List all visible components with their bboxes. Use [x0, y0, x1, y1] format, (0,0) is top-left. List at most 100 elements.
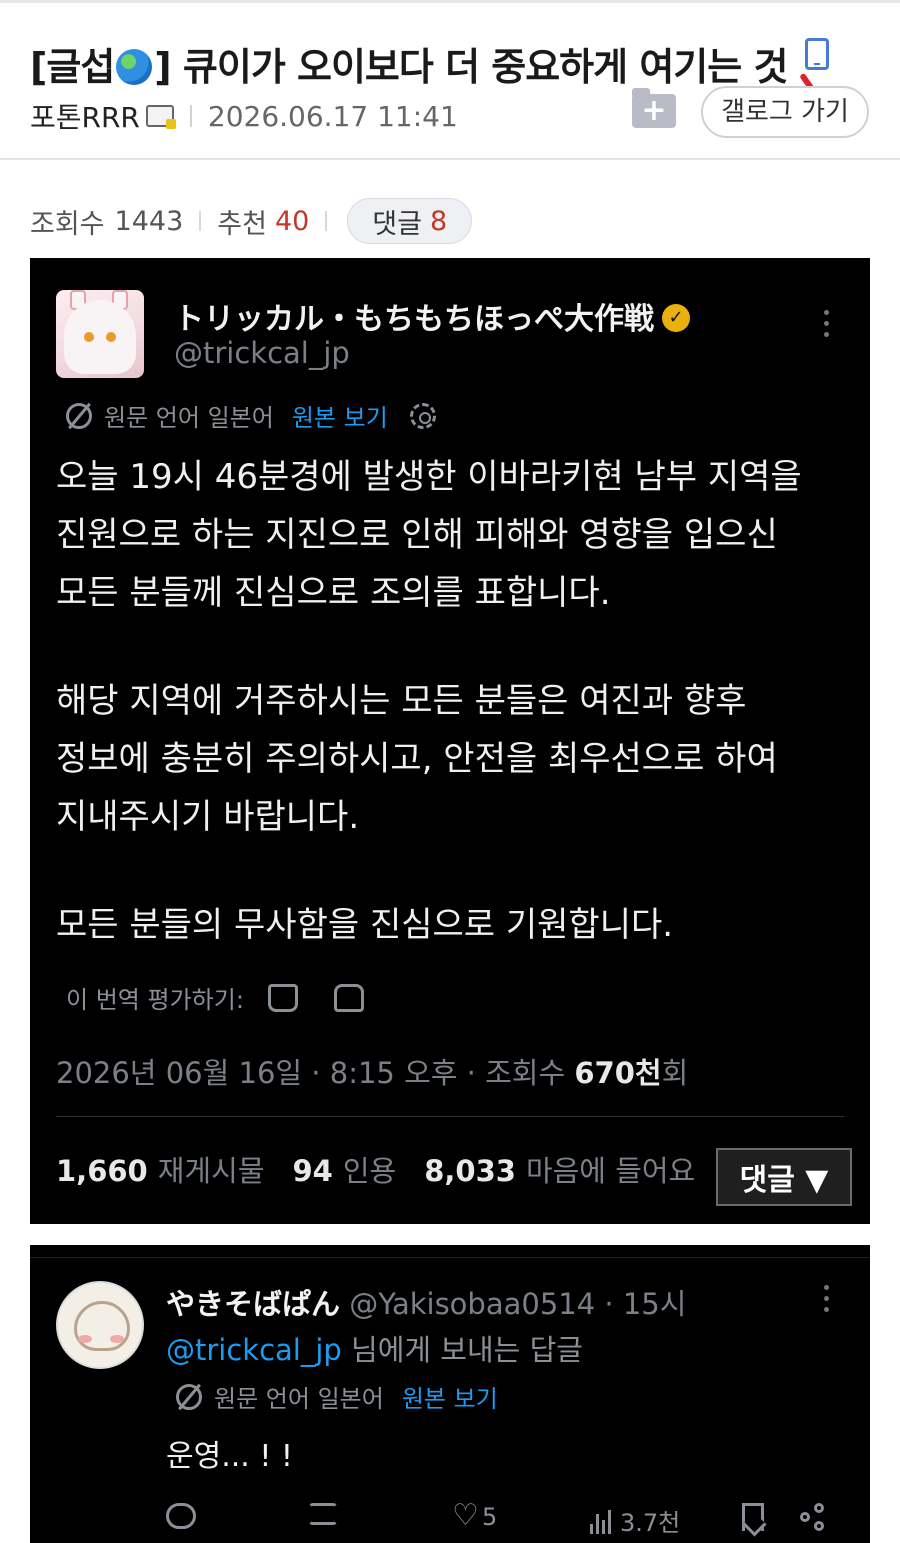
author-name[interactable]: 포톤RRR: [30, 96, 140, 136]
like-count: 5: [482, 1503, 498, 1531]
views-suffix: 회: [661, 1056, 689, 1090]
likes-count: 8,033: [424, 1154, 516, 1188]
globe-icon: [116, 49, 153, 85]
avatar-blush: [110, 1335, 124, 1343]
comments-label: 댓글: [372, 208, 422, 240]
reposts-count: 1,660: [56, 1154, 148, 1188]
tweet-body: 오늘 19시 46분경에 발생한 이바라키현 남부 지역을 진원으로 하는 지진…: [56, 448, 856, 1004]
display-name-text: トリッカル・もちもちほっぺ大作戦: [174, 302, 654, 337]
tweet-views-count: 670천: [574, 1056, 662, 1090]
title-text: ] 큐이가 오이보다 더 중요하게 여기는 것: [154, 45, 788, 89]
avatar-hair: [64, 300, 136, 374]
more-options-icon: [824, 310, 830, 340]
rate-translation-row: 이 번역 평가하기:: [66, 980, 364, 1015]
reply-top-divider: [30, 1257, 870, 1258]
translation-note: 원문 언어 일본어: [104, 404, 274, 432]
share-icon: [800, 1503, 828, 1531]
translation-row: 원문 언어 일본어 원본 보기: [66, 398, 436, 433]
more-options-icon: [824, 1285, 830, 1315]
mobile-icon: [805, 38, 829, 70]
title-prefix: [글섭: [30, 45, 115, 89]
thumbs-down-icon: [333, 983, 364, 1012]
retweet-icon: [308, 1503, 338, 1525]
quotes-label: 인용: [342, 1154, 397, 1188]
views-count: 1443: [114, 205, 184, 237]
reply-views-count: 3.7천: [620, 1509, 681, 1537]
views-label: 조회수: [30, 208, 105, 240]
tweet-line: 지내주시기 바랍니다.: [56, 797, 360, 837]
tweet-line: 진원으로 하는 지진으로 인해 피해와 영향을 입으신: [56, 515, 778, 555]
reply-actions: ♡ 5 3.7천: [166, 1498, 856, 1543]
reply-to-handle: @trickcal_jp: [166, 1333, 342, 1367]
top-divider: [0, 0, 900, 3]
reply-to-line: @trickcal_jp 님에게 보내는 답글: [166, 1327, 583, 1369]
comment-icon: [166, 1503, 196, 1529]
tweet-timestamp: 2026년 06월 16일 · 8:15 오후 · 조회수 670천회: [56, 1050, 688, 1092]
retweet-action: [308, 1503, 338, 1525]
post-date: 2026.06.17 11:41: [207, 99, 458, 133]
bookmark-action: [742, 1503, 764, 1531]
views-icon: [590, 1508, 614, 1534]
gear-icon: [409, 402, 436, 429]
engagement-stats: 1,660 재게시물 94 인용 8,033 마음에 들어요: [56, 1148, 723, 1190]
comment-action: [166, 1503, 196, 1529]
user-level-icon: [145, 105, 176, 129]
tweet-line: 모든 분들께 진심으로 조의를 표합니다.: [56, 573, 611, 613]
translate-icon: [176, 1383, 202, 1410]
avatar-face: [74, 1301, 130, 1351]
translation-note: 원문 언어 일본어: [214, 1385, 384, 1413]
avatar-eye: [106, 332, 116, 342]
quotes-count: 94: [292, 1154, 333, 1188]
tweet-paragraph: 오늘 19시 46분경에 발생한 이바라키현 남부 지역을 진원으로 하는 지진…: [56, 448, 856, 622]
recommend-label: 추천: [217, 208, 267, 240]
post-stats: 조회수 1443 추천 40 댓글 8: [30, 198, 473, 244]
avatar-blush: [78, 1335, 92, 1343]
view-original-link: 원본 보기: [291, 404, 388, 432]
header-divider: [0, 158, 900, 160]
reposts-stat: 1,660 재게시물: [56, 1148, 264, 1190]
stats-separator: [325, 211, 328, 231]
tweet-display-name: トリッカル・もちもちほっぺ大作戦: [174, 294, 690, 338]
view-original-link: 원본 보기: [401, 1385, 498, 1413]
post-meta: 포톤RRR 2026.06.17 11:41: [30, 96, 458, 136]
reply-overlay-button: 댓글 ▼: [716, 1148, 852, 1206]
tweet-paragraph: 해당 지역에 거주하시는 모든 분들은 여진과 향후 정보에 충분히 주의하시고…: [56, 672, 856, 846]
rate-label: 이 번역 평가하기:: [66, 986, 244, 1014]
reply-display-name: やきそばぱん: [166, 1287, 341, 1321]
quotes-stat: 94 인용: [292, 1148, 396, 1190]
tweet-line: 오늘 19시 46분경에 발생한 이바라키현 남부 지역을: [56, 457, 802, 497]
tweet-avatar: [56, 290, 144, 378]
likes-stat: 8,033 마음에 들어요: [424, 1148, 695, 1190]
avatar-eye: [84, 332, 94, 342]
comments-button[interactable]: 댓글 8: [347, 198, 473, 244]
reposts-label: 재게시물: [157, 1154, 265, 1188]
timestamp-text: 2026년 06월 16일 · 8:15 오후 · 조회수: [56, 1056, 575, 1090]
heart-icon: ♡: [452, 1498, 479, 1533]
likes-label: 마음에 들어요: [525, 1154, 696, 1188]
tweet-screenshot: トリッカル・もちもちほっぺ大作戦 @trickcal_jp 원문 언어 일본어 …: [30, 258, 870, 1224]
meta-separator: [189, 105, 192, 127]
tweet-line: 정보에 충분히 주의하시고, 안전을 최우선으로 하여: [56, 739, 778, 779]
add-folder-icon[interactable]: +: [632, 88, 676, 128]
tweet-paragraph: 모든 분들의 무사함을 진심으로 기원합니다.: [56, 896, 856, 954]
translate-icon: [66, 402, 92, 429]
stats-separator: [199, 211, 202, 231]
reply-text: 운영... ! !: [166, 1439, 293, 1474]
share-action: [800, 1503, 828, 1531]
bookmark-icon: [742, 1503, 764, 1531]
reply-translation-row: 원문 언어 일본어 원본 보기: [176, 1379, 498, 1414]
thumbs-up-icon: [267, 983, 298, 1012]
tweet-divider: [56, 1116, 844, 1117]
reply-handle-time: @Yakisobaa0514 · 15시: [349, 1287, 687, 1321]
tweet-line: 해당 지역에 거주하시는 모든 분들은 여진과 향후: [56, 681, 747, 721]
gallog-button[interactable]: 갤로그 가기: [701, 86, 869, 138]
tweet-line: 모든 분들의 무사함을 진심으로 기원합니다.: [56, 905, 674, 945]
reply-screenshot: やきそばぱん @Yakisobaa0514 · 15시 @trickcal_jp…: [30, 1245, 870, 1543]
views-action: 3.7천: [590, 1503, 680, 1538]
like-action: ♡ 5: [452, 1498, 498, 1533]
post-title: [글섭 ] 큐이가 오이보다 더 중요하게 여기는 것: [30, 36, 788, 91]
tweet-handle: @trickcal_jp: [174, 336, 350, 370]
reply-avatar: [56, 1281, 144, 1369]
verified-badge-icon: [662, 304, 690, 332]
comments-count: 8: [429, 205, 448, 237]
